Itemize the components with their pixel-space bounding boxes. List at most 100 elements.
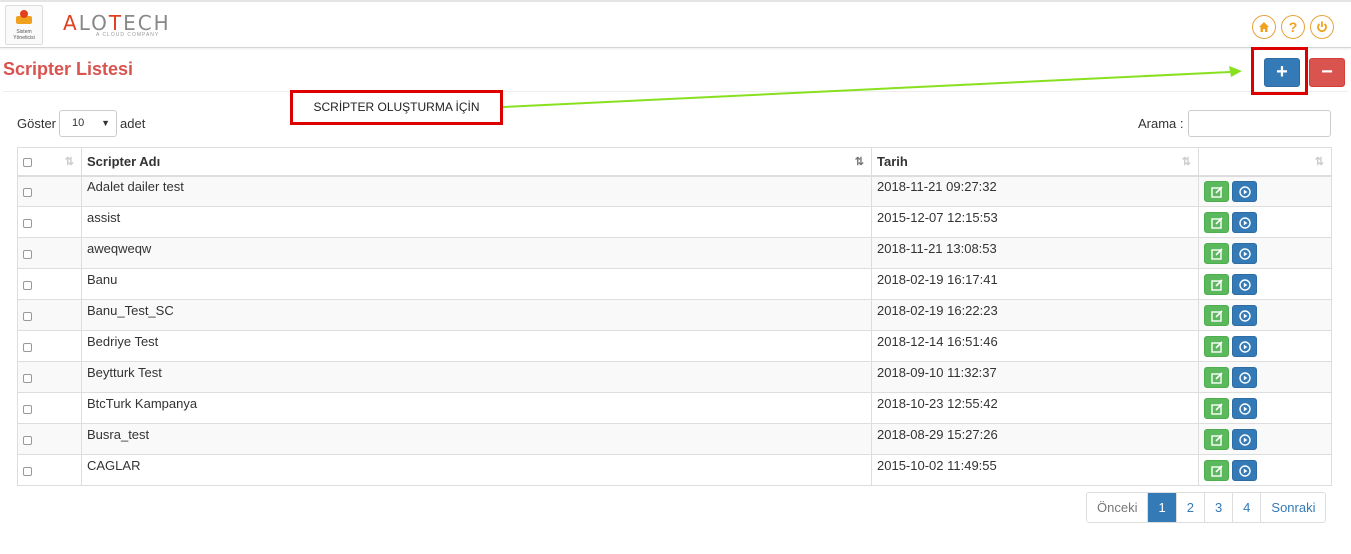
play-button[interactable] [1232, 273, 1257, 295]
sort-icon[interactable]: ⇅ [1315, 155, 1324, 168]
caret-down-icon: ▼ [101, 118, 110, 128]
scripter-date: 2018-08-29 15:27:26 [877, 426, 998, 442]
scripter-date: 2018-10-23 12:55:42 [877, 395, 998, 411]
table-header-row: ⇅ Scripter Adı ⇅ Tarih ⇅ ⇅ [17, 147, 1332, 177]
play-circle-icon [1239, 433, 1251, 446]
page-2-button[interactable]: 2 [1175, 493, 1204, 522]
edit-button[interactable] [1204, 211, 1229, 233]
play-button[interactable] [1232, 366, 1257, 388]
play-button[interactable] [1232, 335, 1257, 357]
sort-icon[interactable]: ⇅ [1182, 155, 1191, 168]
table-row: assist 2015-12-07 12:15:53 [17, 206, 1332, 238]
search-input[interactable] [1188, 110, 1331, 137]
scripter-name-cell: Adalet dailer test [81, 175, 872, 207]
scripter-date-cell: 2018-02-19 16:22:23 [871, 299, 1199, 331]
scripter-name: aweqweqw [87, 240, 152, 256]
play-circle-icon [1239, 278, 1251, 291]
edit-button[interactable] [1204, 304, 1229, 326]
play-button[interactable] [1232, 428, 1257, 450]
scripter-name: Bedriye Test [87, 333, 159, 349]
play-circle-icon [1239, 464, 1251, 477]
play-button[interactable] [1232, 211, 1257, 233]
edit-button[interactable] [1204, 335, 1229, 357]
scripter-date: 2018-02-19 16:22:23 [877, 302, 998, 318]
show-label: Göster [17, 116, 57, 131]
row-actions-cell [1198, 330, 1332, 362]
scripter-date-cell: 2018-02-19 16:17:41 [871, 268, 1199, 300]
play-button[interactable] [1232, 304, 1257, 326]
page-4-button[interactable]: 4 [1232, 493, 1261, 522]
table-row: Beytturk Test 2018-09-10 11:32:37 [17, 361, 1332, 393]
scripter-name-cell: Bedriye Test [81, 330, 872, 362]
edit-button[interactable] [1204, 273, 1229, 295]
edit-icon [1211, 309, 1223, 322]
play-circle-icon [1239, 247, 1251, 260]
row-actions-cell [1198, 361, 1332, 393]
row-checkbox[interactable] [23, 187, 32, 197]
edit-icon [1211, 216, 1223, 229]
edit-icon [1211, 247, 1223, 260]
edit-button[interactable] [1204, 180, 1229, 202]
play-button[interactable] [1232, 180, 1257, 202]
row-checkbox[interactable] [23, 342, 32, 352]
scripter-date-cell: 2018-09-10 11:32:37 [871, 361, 1199, 393]
scripter-date: 2018-02-19 16:17:41 [877, 271, 998, 287]
scripter-date-cell: 2018-11-21 09:27:32 [871, 175, 1199, 207]
column-header-name[interactable]: Scripter Adı ⇅ [81, 147, 872, 177]
scripter-name-cell: BtcTurk Kampanya [81, 392, 872, 424]
scripter-date-cell: 2018-12-14 16:51:46 [871, 330, 1199, 362]
edit-button[interactable] [1204, 459, 1229, 481]
play-button[interactable] [1232, 242, 1257, 264]
edit-button[interactable] [1204, 397, 1229, 419]
prev-page-button[interactable]: Önceki [1087, 493, 1148, 522]
scripter-name-cell: assist [81, 206, 872, 238]
row-checkbox[interactable] [23, 435, 32, 445]
next-page-button[interactable]: Sonraki [1260, 493, 1326, 522]
edit-button[interactable] [1204, 428, 1229, 450]
row-actions-cell [1198, 237, 1332, 269]
table-row: aweqweqw 2018-11-21 13:08:53 [17, 237, 1332, 269]
sort-icon[interactable]: ⇅ [65, 155, 74, 168]
scripter-name-cell: Banu_Test_SC [81, 299, 872, 331]
scripter-date-cell: 2018-08-29 15:27:26 [871, 423, 1199, 455]
column-header-actions[interactable]: ⇅ [1198, 147, 1332, 177]
per-page-label: adet [120, 116, 146, 131]
scripter-name: Beytturk Test [87, 364, 162, 380]
play-button[interactable] [1232, 397, 1257, 419]
page-3-button[interactable]: 3 [1203, 493, 1233, 522]
scripter-date: 2015-10-02 11:49:55 [877, 457, 997, 473]
row-checkbox[interactable] [23, 218, 32, 228]
edit-button[interactable] [1204, 242, 1229, 264]
edit-button[interactable] [1204, 366, 1229, 388]
row-checkbox[interactable] [23, 311, 32, 321]
row-actions-cell [1198, 423, 1332, 455]
scripter-date: 2018-11-21 09:27:32 [877, 178, 997, 194]
page-size-select[interactable]: 10 ▼ [59, 110, 117, 137]
row-checkbox[interactable] [23, 404, 32, 414]
select-all-header[interactable]: ⇅ [17, 147, 82, 177]
row-select-cell [17, 330, 82, 362]
edit-icon [1211, 433, 1223, 446]
page-1-button[interactable]: 1 [1147, 493, 1176, 522]
scripter-date-cell: 2018-11-21 13:08:53 [871, 237, 1199, 269]
row-select-cell [17, 175, 82, 207]
sort-asc-icon[interactable]: ⇅ [855, 155, 864, 168]
row-select-cell [17, 299, 82, 331]
row-checkbox[interactable] [23, 373, 32, 383]
scripter-name: Busra_test [87, 426, 150, 442]
play-button[interactable] [1232, 459, 1257, 481]
scripter-name-cell: Banu [81, 268, 872, 300]
row-actions-cell [1198, 299, 1332, 331]
column-header-date[interactable]: Tarih ⇅ [871, 147, 1199, 177]
row-select-cell [17, 423, 82, 455]
row-actions-cell [1198, 268, 1332, 300]
row-checkbox[interactable] [23, 280, 32, 290]
row-checkbox[interactable] [23, 249, 32, 259]
play-circle-icon [1239, 186, 1251, 198]
row-select-cell [17, 268, 82, 300]
page-size-value: 10 [72, 117, 85, 129]
row-checkbox[interactable] [23, 466, 32, 476]
table-row: BtcTurk Kampanya 2018-10-23 12:55:42 [17, 392, 1332, 424]
scripter-date-cell: 2015-12-07 12:15:53 [871, 206, 1199, 238]
select-all-checkbox[interactable] [23, 157, 32, 167]
